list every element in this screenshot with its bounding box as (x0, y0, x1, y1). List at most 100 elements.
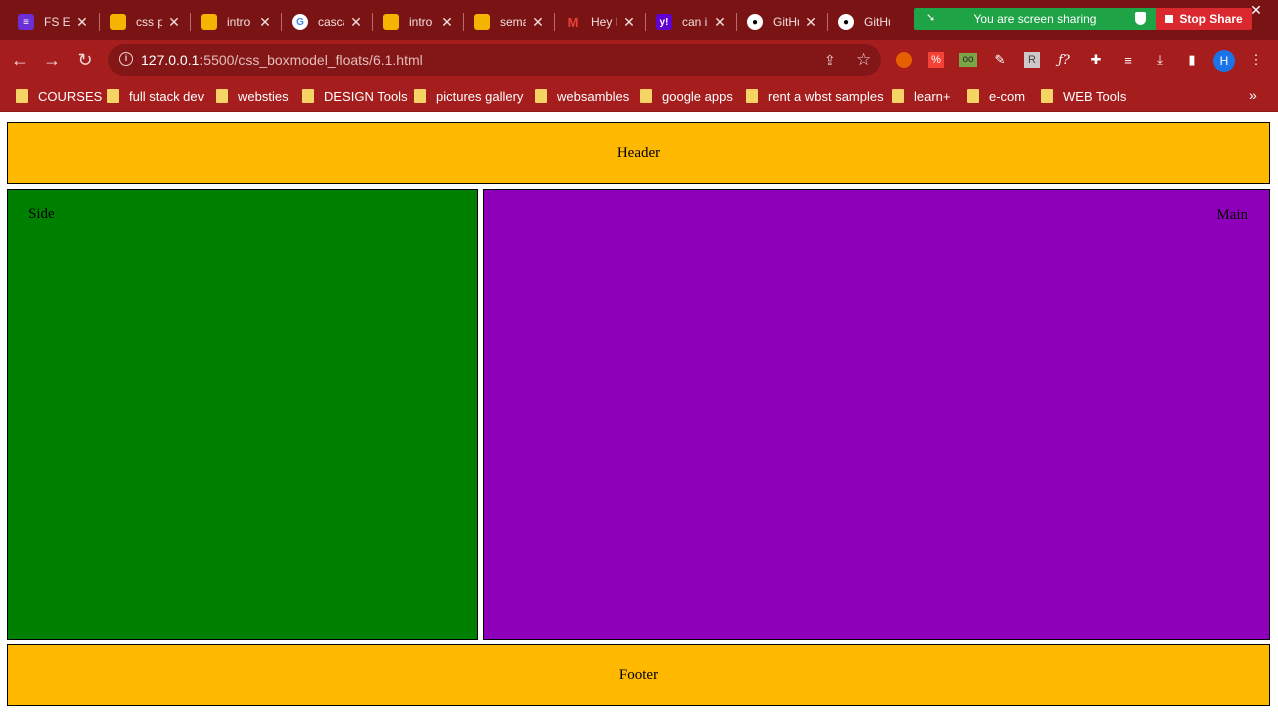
extension-firefox-icon[interactable] (894, 50, 914, 70)
tab-fs-ea[interactable]: ≡ FS EA ✕ (8, 6, 98, 38)
extension-r-icon[interactable]: R (1022, 50, 1042, 70)
bookmark-label: full stack dev (129, 88, 205, 104)
bookmark-folder[interactable]: learn+ (892, 87, 951, 105)
folder-icon (1041, 89, 1053, 103)
share-arrow-icon: ➘ (926, 12, 936, 24)
tab-github-2[interactable]: ● GitHu (828, 6, 914, 38)
side-panel-icon[interactable]: ▮ (1182, 50, 1202, 70)
bookmark-folder[interactable]: full stack dev (107, 87, 204, 105)
close-icon[interactable]: ✕ (712, 14, 728, 30)
main-box: Main (483, 189, 1270, 640)
tab-css-p[interactable]: css p ✕ (100, 6, 190, 38)
bookmark-label: rent a wbst samples (768, 88, 884, 104)
tab-intro-1[interactable]: intro ✕ (191, 6, 281, 38)
close-icon[interactable]: ✕ (621, 14, 637, 30)
bookmark-folder[interactable]: rent a wbst samples (746, 87, 884, 105)
fs-app-icon: ≡ (18, 14, 34, 30)
extension-eyedropper-icon[interactable]: ✎ (990, 50, 1010, 70)
extension-percent-icon[interactable]: % (926, 50, 946, 70)
close-icon[interactable]: ✕ (257, 14, 273, 30)
tab-strip: ≡ FS EA ✕ css p ✕ intro ✕ G casca ✕ intr… (0, 0, 1278, 40)
google-icon: G (292, 14, 308, 30)
tab-casca[interactable]: G casca ✕ (282, 6, 372, 38)
header-text: Header (616, 144, 661, 161)
bookmark-star-icon[interactable]: ☆ (856, 50, 871, 70)
extension-function-icon[interactable]: ƒ? (1054, 50, 1074, 70)
footer-text: Footer (618, 666, 659, 683)
media-queue-icon[interactable]: ≡ (1118, 50, 1138, 70)
browser-toolbar: ← → ↻ i 127.0.0.1:5500/css_boxmodel_floa… (0, 40, 1278, 80)
bookmark-label: google apps (662, 88, 733, 104)
google-slides-icon (110, 14, 126, 30)
stop-share-button[interactable]: Stop Share (1156, 8, 1252, 30)
tab-title: FS EA (44, 15, 70, 29)
tab-github-1[interactable]: ● GitHu ✕ (737, 6, 827, 38)
folder-icon (892, 89, 904, 103)
folder-icon (746, 89, 758, 103)
download-icon[interactable]: ⤓ (1150, 50, 1170, 70)
close-icon[interactable]: ✕ (348, 14, 364, 30)
close-icon[interactable]: ✕ (439, 14, 455, 30)
close-icon[interactable]: ✕ (803, 14, 819, 30)
bookmark-folder[interactable]: websties (216, 87, 289, 105)
tab-title: css p (136, 15, 162, 29)
url-text[interactable]: 127.0.0.1:5500/css_boxmodel_floats/6.1.h… (141, 52, 423, 68)
google-slides-icon (474, 14, 490, 30)
bookmark-label: websties (238, 88, 289, 104)
tab-title: GitHu (773, 15, 799, 29)
bookmark-folder[interactable]: COURSES (16, 87, 102, 105)
bookmark-label: e-com (989, 88, 1026, 104)
bookmark-folder[interactable]: DESIGN Tools (302, 87, 408, 105)
folder-icon (535, 89, 547, 103)
tab-title: can i (682, 15, 708, 29)
stop-share-label: Stop Share (1179, 12, 1243, 26)
close-icon[interactable]: ✕ (166, 14, 182, 30)
extensions-puzzle-icon[interactable]: ✚ (1086, 50, 1106, 70)
bookmark-label: COURSES (38, 88, 103, 104)
bookmark-folder[interactable]: google apps (640, 87, 733, 105)
tab-hey[interactable]: M Hey I ✕ (555, 6, 645, 38)
github-icon: ● (747, 14, 763, 30)
window-close-icon[interactable]: ✕ (1248, 2, 1264, 18)
close-icon[interactable]: ✕ (74, 14, 90, 30)
folder-icon (107, 89, 119, 103)
tab-sema[interactable]: sema ✕ (464, 6, 554, 38)
screen-share-message: You are screen sharing (973, 12, 1097, 26)
bookmark-folder[interactable]: pictures gallery (414, 87, 523, 105)
close-icon[interactable]: ✕ (530, 14, 546, 30)
tab-title: intro (409, 15, 433, 29)
bookmarks-overflow-button[interactable]: » (1249, 87, 1257, 103)
google-slides-icon (383, 14, 399, 30)
info-icon[interactable]: i (119, 52, 133, 66)
tab-title: GitHu (864, 15, 890, 29)
bookmark-folder[interactable]: WEB Tools (1041, 87, 1126, 105)
profile-avatar[interactable]: H (1213, 50, 1235, 72)
side-box: Side (7, 189, 478, 640)
tab-intro-2[interactable]: intro ✕ (373, 6, 463, 38)
folder-icon (967, 89, 979, 103)
bookmark-label: DESIGN Tools (324, 88, 408, 104)
github-icon: ● (838, 14, 854, 30)
screen-share-banner: ➘ You are screen sharing (914, 8, 1156, 30)
extension-glasses-icon[interactable]: oo (958, 50, 978, 70)
bookmark-folder[interactable]: websambles (535, 87, 629, 105)
side-text: Side (28, 206, 55, 222)
yahoo-icon: y! (656, 14, 672, 30)
folder-icon (16, 89, 28, 103)
tab-can-i[interactable]: y! can i ✕ (646, 6, 736, 38)
folder-icon (414, 89, 426, 103)
forward-arrow-icon[interactable]: → (40, 48, 64, 72)
bookmark-label: WEB Tools (1063, 88, 1127, 104)
bookmark-folder[interactable]: e-com (967, 87, 1025, 105)
tab-title: intro (227, 15, 251, 29)
tab-title: Hey I (591, 15, 617, 29)
share-page-icon[interactable]: ⇪ (824, 52, 836, 69)
page-footer-box: Footer (7, 644, 1270, 706)
reload-icon[interactable]: ↻ (73, 48, 97, 72)
menu-kebab-icon[interactable]: ⋮ (1246, 50, 1266, 70)
bookmark-label: websambles (557, 88, 630, 104)
url-host: 127.0.0.1 (141, 52, 200, 68)
address-bar[interactable]: i 127.0.0.1:5500/css_boxmodel_floats/6.1… (108, 44, 881, 76)
back-arrow-icon[interactable]: ← (8, 48, 32, 72)
page-header-box: Header (7, 122, 1270, 184)
